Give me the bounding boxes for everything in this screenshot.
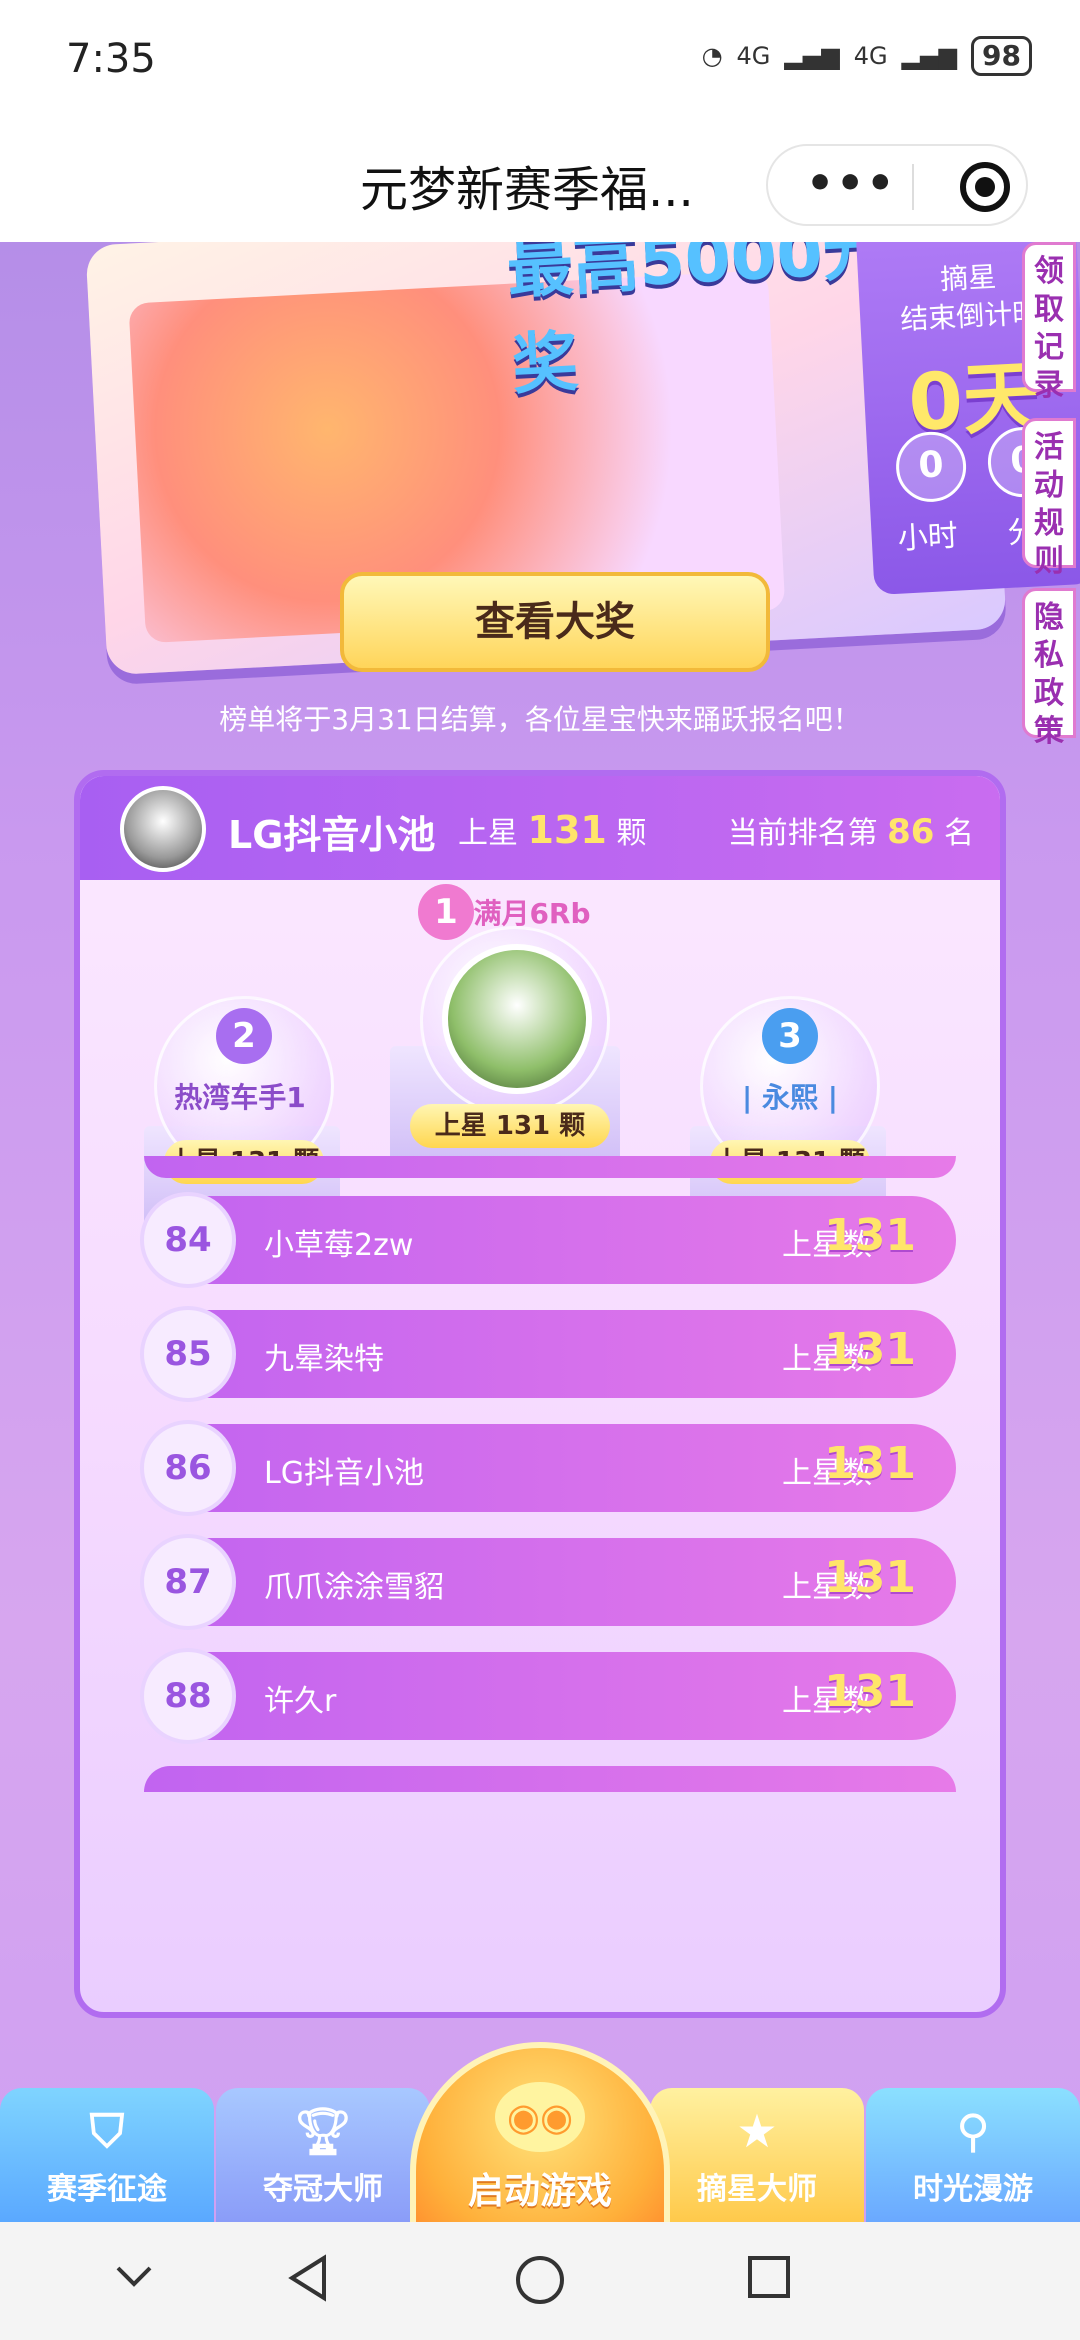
nav-season-journey[interactable]: ⛉ 赛季征途 — [0, 2088, 214, 2222]
nav-label: 时光漫游 — [913, 2172, 1033, 2207]
title-bar: 元梦新赛季福... ••• — [0, 120, 1080, 242]
row-value: 131 — [824, 1552, 916, 1603]
podium-name-1: 满月6Rb — [473, 897, 591, 930]
list-row-partial — [144, 1156, 956, 1178]
row-value: 131 — [824, 1324, 916, 1375]
row-name: LG抖音小池 — [264, 1456, 424, 1491]
trophy-icon: 🏆︎ — [293, 2104, 353, 2158]
start-game-button[interactable]: ◉◉ 启动游戏 — [410, 2042, 670, 2222]
start-game-label: 启动游戏 — [467, 2171, 612, 2212]
my-rank-suffix: 名 — [944, 816, 974, 851]
row-name: 九晕染特 — [264, 1342, 384, 1377]
nav-time-roam[interactable]: ⚲ 时光漫游 — [866, 2088, 1080, 2222]
status-icons: ◔ 4G ▂▄▆ 4G ▂▄▆ 98 — [702, 36, 1032, 76]
status-bar: 7:35 ◔ 4G ▂▄▆ 4G ▂▄▆ 98 — [0, 0, 1080, 120]
star-badge-icon: ★ — [736, 2104, 778, 2158]
my-stars-suffix: 颗 — [616, 816, 647, 851]
magnifier-sparkle-icon: ⚲ — [956, 2104, 990, 2158]
my-rank-value: 86 — [887, 812, 935, 852]
more-dots-icon[interactable]: ••• — [806, 158, 896, 209]
speed-icon: ◔ — [701, 42, 723, 70]
table-row[interactable]: 87 爪爪涂涂雪貂 上星数 131 — [140, 1534, 956, 1630]
signal-bars-icon: ▂▄▆ — [784, 42, 840, 70]
mini-program-capsule: ••• — [766, 144, 1028, 226]
side-tab-rules[interactable]: 活动规则 — [1022, 418, 1076, 579]
chevron-down-icon[interactable] — [112, 2254, 156, 2298]
table-row[interactable]: 88 许久r 上星数 131 — [140, 1648, 956, 1744]
nav-label: 赛季征途 — [47, 2172, 167, 2207]
nav-star-master[interactable]: ★ 摘星大师 — [650, 2088, 864, 2222]
game-logo-icon: ◉◉ — [495, 2082, 585, 2152]
ranking-panel: LG抖音小池 上星 131 颗 当前排名第 86 名 1 满月6Rb 上星 13… — [74, 770, 1006, 2018]
podium-stars-1: 上星 131 颗 — [410, 1104, 610, 1148]
my-stars-prefix: 上星 — [458, 816, 518, 851]
wings-shield-icon: ⛉ — [89, 2104, 125, 2158]
row-rank: 86 — [140, 1420, 236, 1516]
table-row[interactable]: 86 LG抖音小池 上星数 131 — [140, 1420, 956, 1516]
table-row[interactable]: 84 小草莓2zw 上星数 131 — [140, 1192, 956, 1288]
my-rank-bar: LG抖音小池 上星 131 颗 当前排名第 86 名 — [80, 776, 1000, 880]
rank-badge-2: 2 — [216, 1008, 272, 1064]
list-row-partial — [144, 1766, 956, 1792]
home-icon[interactable] — [514, 2254, 566, 2306]
signal-bars-icon: ▂▄▆ — [901, 42, 958, 70]
my-stars: 上星 131 颗 — [458, 808, 646, 852]
nav-label: 夺冠大师 — [263, 2172, 383, 2207]
row-name: 爪爪涂涂雪貂 — [264, 1570, 444, 1605]
row-value: 131 — [824, 1210, 916, 1261]
row-rank: 87 — [140, 1534, 236, 1630]
row-value: 131 — [824, 1666, 916, 1717]
row-rank: 85 — [140, 1306, 236, 1402]
avatar — [120, 786, 206, 872]
my-stars-value: 131 — [527, 808, 607, 852]
side-tab-claim-records[interactable]: 领取记录 — [1022, 242, 1076, 403]
my-name: LG抖音小池 — [228, 813, 436, 857]
view-prize-button[interactable]: 查看大奖 — [340, 572, 770, 672]
row-rank: 84 — [140, 1192, 236, 1288]
rank-badge-3: 3 — [762, 1008, 818, 1064]
recents-icon[interactable] — [746, 2254, 792, 2300]
table-row[interactable]: 85 九晕染特 上星数 131 — [140, 1306, 956, 1402]
bottom-nav: ⛉ 赛季征途 🏆︎ 夺冠大师 ★ 摘星大师 ⚲ 时光漫游 ◉◉ 启动游戏 — [0, 2042, 1080, 2222]
battery-indicator: 98 — [971, 36, 1032, 76]
system-navigation-bar — [0, 2222, 1080, 2340]
podium-name-3: | 永熙 | — [742, 1081, 838, 1114]
target-icon[interactable] — [960, 162, 1010, 212]
side-tab-privacy[interactable]: 隐私政策 — [1022, 588, 1076, 749]
hours-unit: 小时 — [896, 518, 959, 557]
main-content: 最高5000元大奖 摘星 结束倒计时 0天 0 0 小时 分 查看大奖 榜单将于… — [0, 242, 1080, 2222]
signal-4g-1: 4G — [736, 42, 771, 70]
nav-champion-master[interactable]: 🏆︎ 夺冠大师 — [216, 2088, 430, 2222]
status-time: 7:35 — [66, 36, 156, 82]
avatar — [442, 944, 592, 1094]
my-rank-prefix: 当前排名第 — [727, 816, 878, 851]
row-rank: 88 — [140, 1648, 236, 1744]
podium-name-2: 热湾车手1 — [174, 1081, 306, 1114]
row-name: 许久r — [264, 1684, 337, 1719]
page-title: 元梦新赛季福... — [360, 162, 694, 218]
rank-badge-1: 1 — [418, 884, 474, 940]
capsule-divider — [912, 164, 914, 210]
settlement-notice: 榜单将于3月31日结算，各位星宝快来踊跃报名吧！ — [219, 703, 861, 736]
back-icon[interactable] — [286, 2254, 330, 2302]
my-rank: 当前排名第 86 名 — [728, 808, 974, 852]
row-name: 小草莓2zw — [264, 1228, 414, 1263]
nav-label: 摘星大师 — [697, 2172, 817, 2207]
row-value: 131 — [824, 1438, 916, 1489]
signal-4g-2: 4G — [853, 42, 888, 70]
